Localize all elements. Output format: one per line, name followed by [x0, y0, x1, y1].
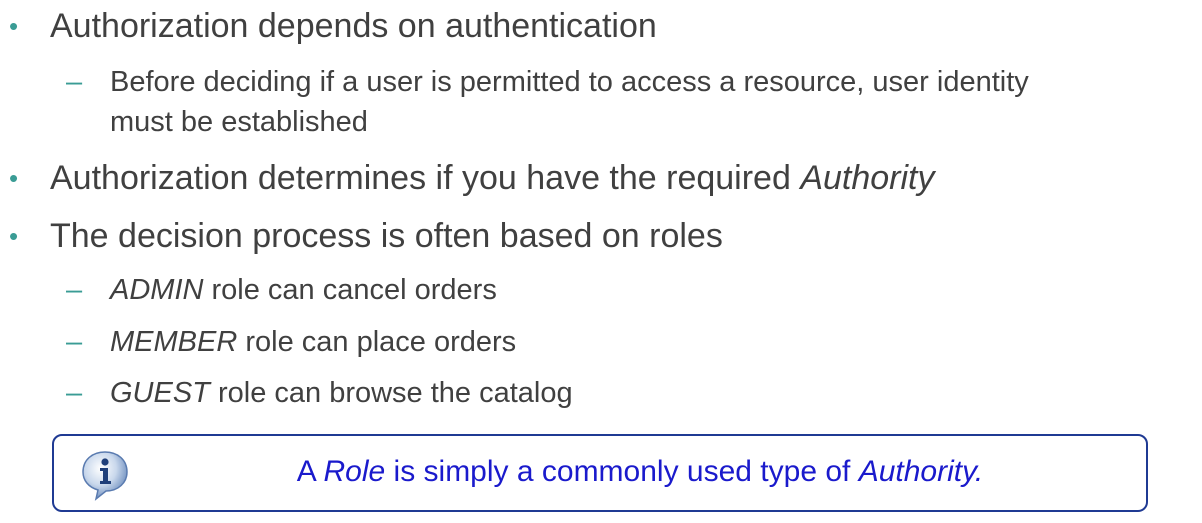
sub-bullet-3-3-text: GUEST role can browse the catalog [110, 376, 573, 410]
role-name: GUEST [110, 377, 210, 409]
sub-bullet-1-1-line1: Before deciding if a user is permitted t… [110, 66, 1029, 98]
sub-bullet-3-2-text: MEMBER role can place orders [110, 325, 516, 359]
role-name: ADMIN [110, 274, 204, 306]
sub-bullet-dash: – [66, 66, 83, 98]
bullet-1-text: Authorization depends on authentication [50, 7, 657, 45]
sub-bullet-dash: – [66, 326, 83, 358]
info-callout: A Role is simply a commonly used type of… [52, 434, 1148, 512]
sub-bullet-dash: – [66, 377, 83, 409]
sub-bullet-3-1-text: ADMIN role can cancel orders [110, 273, 497, 307]
bullet-2-text-italic: Authority [800, 159, 935, 197]
slide: • Authorization depends on authenticatio… [0, 0, 1202, 523]
bullet-dot: • [9, 163, 19, 193]
role-description: role can cancel orders [203, 274, 497, 306]
info-text-part3: is simply a commonly used type of [385, 455, 859, 488]
role-description: role can browse the catalog [209, 377, 573, 409]
bullet-dot: • [9, 221, 19, 251]
info-text-authority: Authority. [858, 455, 984, 488]
role-name: MEMBER [110, 326, 238, 358]
info-text-role: Role [323, 455, 386, 488]
bullet-3-text: The decision process is often based on r… [50, 217, 723, 255]
sub-bullet-1-1-line2: must be established [110, 106, 368, 138]
bullet-dot: • [9, 11, 19, 41]
info-callout-text: A Role is simply a commonly used type of… [54, 453, 1146, 491]
info-text-part1: A [296, 455, 324, 488]
role-description: role can place orders [237, 326, 517, 358]
bullet-2-text: Authorization determines if you have the… [50, 159, 935, 197]
bullet-2-text-plain: Authorization determines if you have the… [50, 159, 801, 197]
sub-bullet-dash: – [66, 274, 83, 306]
